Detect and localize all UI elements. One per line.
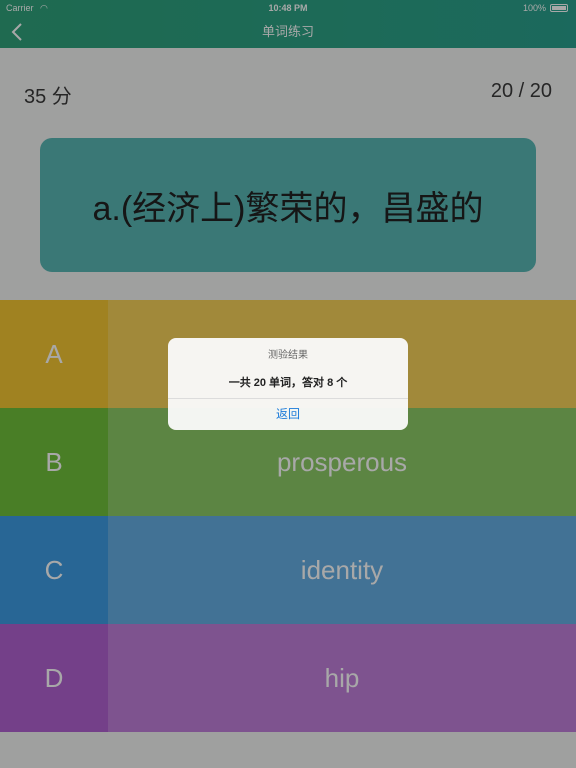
result-alert: 测验结果 一共 20 单词，答对 8 个 返回: [168, 338, 408, 430]
alert-title: 测验结果: [268, 350, 308, 361]
alert-message: 一共 20 单词，答对 8 个: [228, 377, 348, 389]
return-button[interactable]: 返回: [168, 399, 408, 430]
